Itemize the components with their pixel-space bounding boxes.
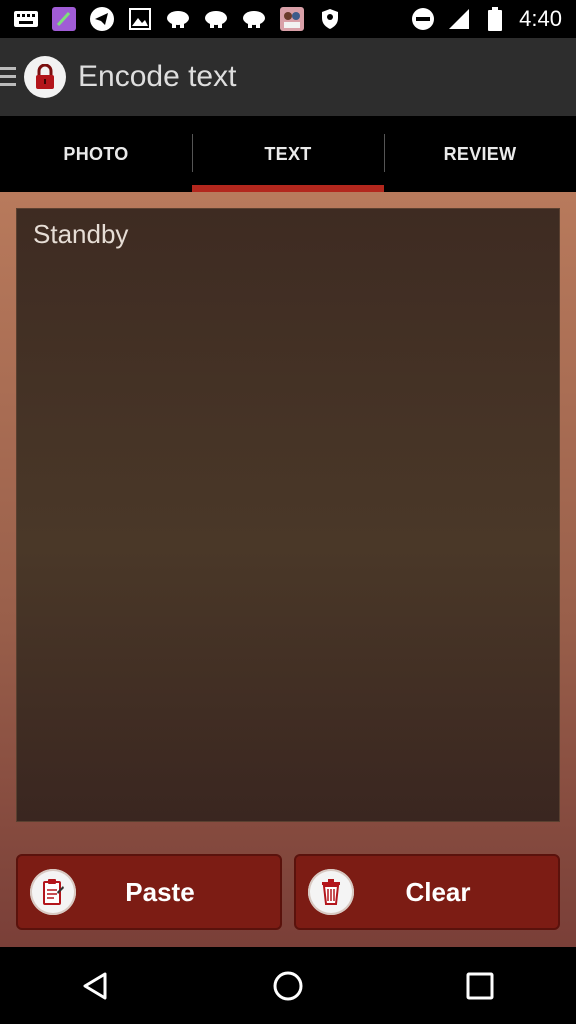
trash-icon bbox=[308, 869, 354, 915]
home-icon[interactable] bbox=[268, 966, 308, 1006]
shield-icon bbox=[318, 8, 342, 30]
signal-icon bbox=[447, 8, 471, 30]
app-bar: Encode text bbox=[0, 38, 576, 116]
status-bar: 4:40 bbox=[0, 0, 576, 38]
recents-icon[interactable] bbox=[460, 966, 500, 1006]
tab-text[interactable]: TEXT bbox=[192, 116, 384, 192]
status-clock: 4:40 bbox=[519, 6, 562, 31]
text-input-value: Standby bbox=[33, 219, 129, 249]
clear-button[interactable]: Clear bbox=[294, 854, 560, 930]
keyboard-icon bbox=[14, 8, 38, 30]
lock-icon bbox=[36, 64, 54, 89]
tab-bar: PHOTO TEXT REVIEW bbox=[0, 116, 576, 192]
tab-review[interactable]: REVIEW bbox=[384, 116, 576, 192]
teamviewer-icon bbox=[204, 8, 228, 30]
image-icon bbox=[128, 8, 152, 30]
clear-button-label: Clear bbox=[405, 876, 471, 907]
system-icons: 4:40 bbox=[411, 6, 576, 32]
app-icon bbox=[52, 7, 76, 31]
tab-label: REVIEW bbox=[443, 143, 517, 164]
photo-app-icon bbox=[280, 7, 304, 31]
navigation-bar bbox=[0, 947, 576, 1024]
paste-icon bbox=[30, 869, 76, 915]
tab-label: PHOTO bbox=[63, 143, 129, 164]
back-icon[interactable] bbox=[76, 966, 116, 1006]
tab-photo[interactable]: PHOTO bbox=[0, 116, 192, 192]
app-logo[interactable] bbox=[24, 56, 66, 98]
tab-label: TEXT bbox=[264, 143, 312, 164]
paste-button-label: Paste bbox=[125, 876, 195, 907]
text-input[interactable]: Standby bbox=[16, 208, 560, 822]
do-not-disturb-icon bbox=[411, 8, 435, 30]
telegram-icon bbox=[90, 7, 114, 31]
battery-icon bbox=[483, 7, 507, 31]
teamviewer-icon bbox=[242, 8, 266, 30]
menu-icon[interactable] bbox=[0, 66, 18, 88]
notification-icons bbox=[0, 7, 342, 31]
page-title: Encode text bbox=[78, 60, 237, 93]
paste-button[interactable]: Paste bbox=[16, 854, 282, 930]
main-content: Standby Paste Clear bbox=[0, 192, 576, 947]
teamviewer-icon bbox=[166, 8, 190, 30]
